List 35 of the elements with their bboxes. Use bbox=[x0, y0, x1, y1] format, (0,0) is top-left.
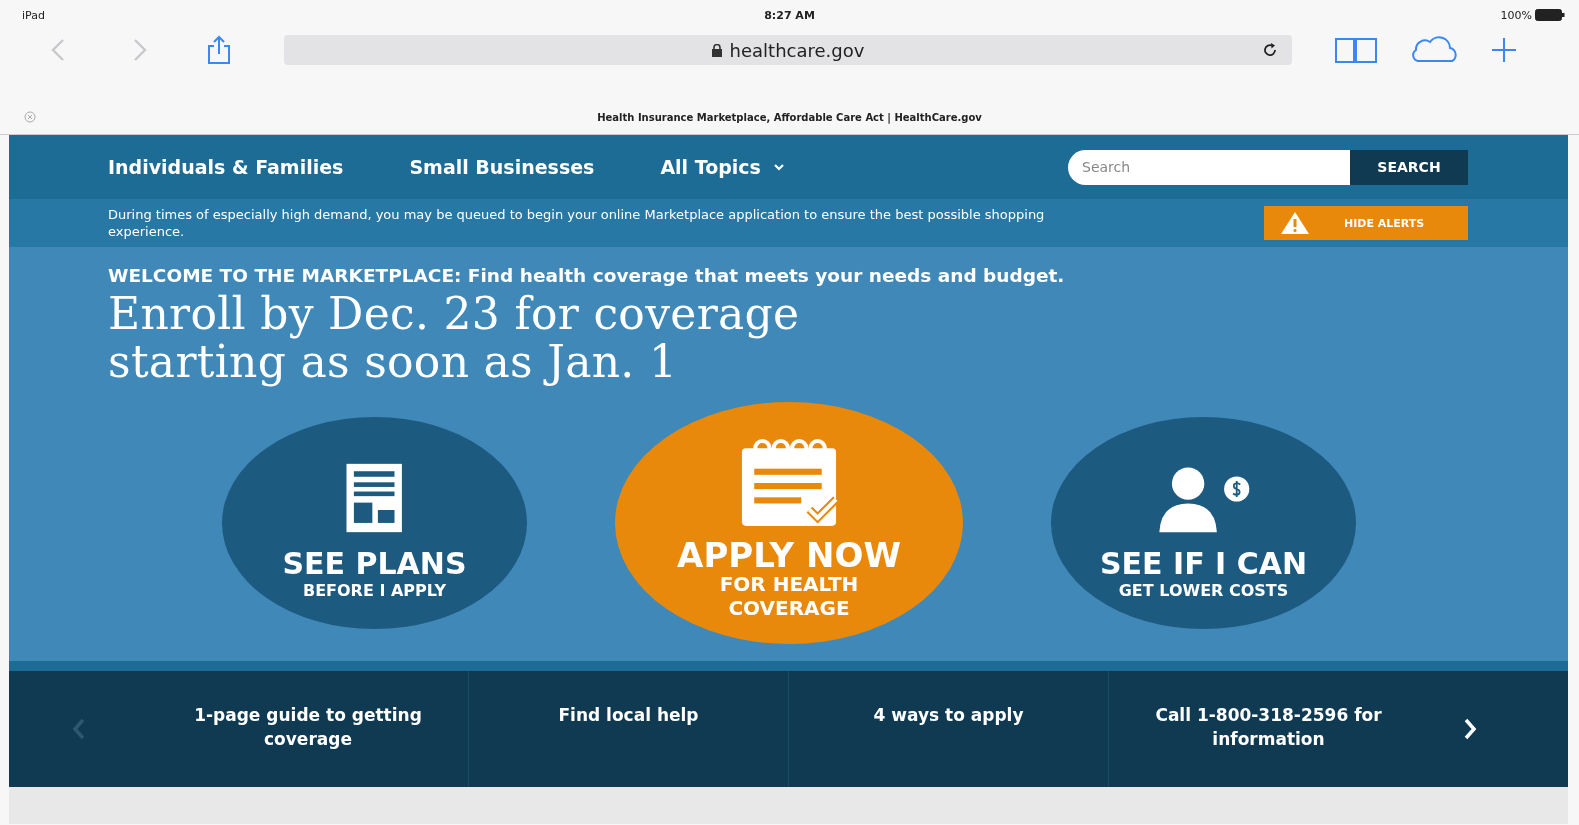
reload-icon[interactable] bbox=[1262, 42, 1278, 58]
welcome-heading: WELCOME TO THE MARKETPLACE: Find health coverage that meets your needs and budget. bbox=[108, 265, 1066, 286]
action-subtitle: GET LOWER COSTS bbox=[1118, 580, 1289, 602]
quick-link[interactable]: 1-page guide to getting coverage bbox=[163, 703, 453, 751]
plus-icon[interactable] bbox=[1490, 36, 1518, 64]
action-subtitle: FOR HEALTH COVERAGE bbox=[718, 572, 860, 620]
battery-percent: 100% bbox=[1500, 8, 1532, 22]
action-title: SEE PLANS bbox=[282, 548, 467, 580]
action-title: APPLY NOW bbox=[677, 538, 901, 572]
search-field[interactable]: Search bbox=[1068, 149, 1350, 185]
caret-icon bbox=[772, 163, 785, 171]
address-bar[interactable]: healthcare.gov bbox=[284, 35, 1292, 65]
nav-link[interactable]: Individuals & Families bbox=[108, 156, 344, 178]
action-circle-button[interactable]: SEE IF I CAN GET LOWER COSTS bbox=[1051, 417, 1356, 629]
battery-icon bbox=[1535, 9, 1565, 21]
quick-link[interactable]: Find local help bbox=[558, 703, 699, 727]
book-icon[interactable] bbox=[1334, 36, 1378, 64]
action-circle-button[interactable]: SEE PLANS BEFORE I APPLY bbox=[222, 417, 527, 629]
tab-title[interactable]: Health Insurance Marketplace, Affordable Care Act | HealthCare.gov bbox=[597, 111, 982, 123]
action-title: SEE IF I CAN bbox=[1099, 548, 1308, 580]
search-button[interactable]: SEARCH bbox=[1350, 149, 1468, 185]
lock-icon bbox=[711, 43, 722, 57]
action-subtitle: BEFORE I APPLY bbox=[302, 580, 447, 602]
url-text: healthcare.gov bbox=[729, 39, 865, 61]
nav-dropdown[interactable]: All Topics bbox=[660, 156, 785, 178]
warning-icon bbox=[1280, 211, 1310, 235]
quick-link[interactable]: Call 1-800-318-2596 for information bbox=[1123, 703, 1414, 751]
clock-time: 8:27 AM bbox=[764, 8, 815, 22]
enrollment-headline: Enroll by Dec. 23 for coverage starting as soon as Jan. 1 bbox=[108, 290, 801, 386]
close-tab-icon[interactable] bbox=[24, 111, 36, 123]
device-name: iPad bbox=[22, 8, 45, 22]
nav-link[interactable]: Small Businesses bbox=[409, 156, 595, 178]
share-icon[interactable] bbox=[206, 35, 232, 65]
alert-message: During times of especially high demand, you may be queued to begin your online Marketplace application to ensure the best possible shopping experience. bbox=[108, 206, 1046, 240]
quick-link[interactable]: 4 ways to apply bbox=[873, 703, 1024, 727]
